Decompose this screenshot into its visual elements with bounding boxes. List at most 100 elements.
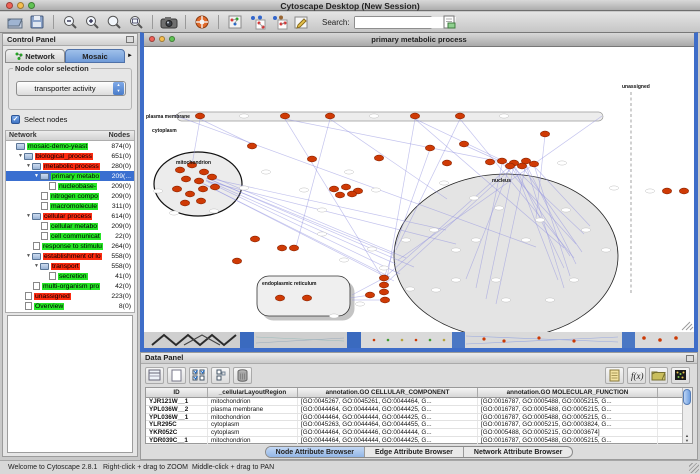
birds-eye-view-panel[interactable] xyxy=(7,315,133,453)
attribute-browser-tab[interactable]: Node Attribute Browser xyxy=(266,447,365,457)
network-node[interactable] xyxy=(250,236,259,242)
network-node[interactable] xyxy=(185,191,194,197)
import-attributes-icon[interactable] xyxy=(649,367,668,384)
network-node[interactable] xyxy=(347,191,356,197)
network-node[interactable] xyxy=(380,297,389,303)
tree-row[interactable]: cell communicat22(0) xyxy=(6,231,134,241)
network-node[interactable] xyxy=(180,200,189,206)
help-icon[interactable] xyxy=(191,13,213,31)
network-node[interactable] xyxy=(199,169,208,175)
network-edge[interactable] xyxy=(212,180,414,267)
search-input[interactable] xyxy=(355,17,450,28)
attribute-browser-tab[interactable]: Edge Attribute Browser xyxy=(365,447,464,457)
table-row[interactable]: YDR039C__1mitochondrion[GO:0044464, GO:0… xyxy=(146,437,692,445)
tree-row[interactable]: ▼establishment of lo558(0) xyxy=(6,251,134,261)
table-cell[interactable]: [GO:0045263, GO:0044464, GO:0044455, G..… xyxy=(298,421,478,428)
tree-row[interactable]: nitrogen compo209(0) xyxy=(6,191,134,201)
network-canvas[interactable]: plasma membranecytoplasmmitochondrionnuc… xyxy=(144,48,694,332)
network-node[interactable] xyxy=(497,158,506,164)
tree-row[interactable]: unassigned223(0) xyxy=(6,291,134,301)
network-edge[interactable] xyxy=(296,119,330,247)
table-cell[interactable]: cytoplasm xyxy=(208,429,298,436)
network-node[interactable] xyxy=(379,282,388,288)
attribute-batch-editor-icon[interactable] xyxy=(605,367,624,384)
tree-row[interactable]: mosaic-demo-yeast874(0) xyxy=(6,141,134,151)
table-column-header[interactable]: _cellularLayoutRegion xyxy=(208,388,298,397)
table-row[interactable]: YJR121W__1mitochondrion[GO:0045267, GO:0… xyxy=(146,398,692,406)
network-tree[interactable]: mosaic-demo-yeast874(0)▼biological_proce… xyxy=(5,141,135,313)
network-node[interactable] xyxy=(679,188,688,194)
table-cell[interactable]: YLR295C xyxy=(146,421,208,428)
network-node[interactable] xyxy=(247,143,256,149)
tree-expand-icon[interactable]: ▼ xyxy=(25,253,32,259)
tree-row[interactable]: secretion41(0) xyxy=(6,271,134,281)
tree-expand-icon[interactable]: ▼ xyxy=(25,213,32,219)
zoom-in-icon[interactable] xyxy=(81,13,103,31)
matrix-view-icon[interactable] xyxy=(671,367,690,384)
table-cell[interactable]: YPL036W__2 xyxy=(146,406,208,413)
network-node[interactable] xyxy=(335,192,344,198)
network-node[interactable] xyxy=(505,163,514,169)
table-cell[interactable]: YKR052C xyxy=(146,429,208,436)
network-node[interactable] xyxy=(410,113,419,119)
table-row[interactable]: YPL036W__2plasma membrane[GO:0044464, GO… xyxy=(146,406,692,414)
table-row[interactable]: YPL036W__1mitochondrion[GO:0044464, GO:0… xyxy=(146,414,692,422)
table-row[interactable]: YKR052Ccytoplasm[GO:0044464, GO:0044446,… xyxy=(146,429,692,437)
network-node[interactable] xyxy=(232,258,241,264)
table-cell[interactable]: plasma membrane xyxy=(208,406,298,413)
table-cell[interactable]: [GO:0016787, GO:0005488, GO:0005215, G..… xyxy=(478,406,658,413)
table-cell[interactable]: [GO:0016787, GO:0005488, GO:0005215, G..… xyxy=(478,414,658,421)
network-node[interactable] xyxy=(379,275,388,281)
float-data-panel-icon[interactable] xyxy=(686,355,694,362)
network-node[interactable] xyxy=(365,292,374,298)
network-node[interactable] xyxy=(517,163,526,169)
tree-row[interactable]: Overview8(0) xyxy=(6,301,134,311)
network-node[interactable] xyxy=(307,156,316,162)
network-node[interactable] xyxy=(210,184,219,190)
table-cell[interactable]: [GO:0016787, GO:0005488, GO:0005215, G..… xyxy=(478,437,658,444)
tab-overflow-arrow-icon[interactable]: ► xyxy=(125,49,135,63)
tree-row[interactable]: ▼metabolic process280(0) xyxy=(6,161,134,171)
layout-copycat-icon[interactable] xyxy=(246,13,268,31)
network-node[interactable] xyxy=(379,289,388,295)
float-panel-icon[interactable] xyxy=(126,36,134,43)
network-node[interactable] xyxy=(207,174,216,180)
window-resize-grip[interactable] xyxy=(689,463,699,473)
network-node[interactable] xyxy=(459,141,468,147)
tree-expand-icon[interactable]: ▼ xyxy=(33,263,40,269)
network-node[interactable] xyxy=(280,113,289,119)
network-node[interactable] xyxy=(442,160,451,166)
tree-row[interactable]: ▼primary metabo209(... xyxy=(6,171,134,181)
search-combobox[interactable]: ▼ xyxy=(354,16,432,29)
attribute-table[interactable]: ID_cellularLayoutRegionannotation.GO CEL… xyxy=(145,387,693,444)
node-color-dropdown[interactable]: transporter activity ▲▼ xyxy=(16,81,126,96)
tree-row[interactable]: macromolecule311(0) xyxy=(6,201,134,211)
delete-attribute-icon[interactable] xyxy=(233,367,252,384)
zoom-out-icon[interactable] xyxy=(59,13,81,31)
network-node[interactable] xyxy=(198,186,207,192)
canvas-resize-grip[interactable] xyxy=(682,322,693,330)
network-node[interactable] xyxy=(196,198,205,204)
export-image-icon[interactable] xyxy=(158,13,180,31)
tree-expand-icon[interactable]: ▼ xyxy=(33,173,40,179)
zoom-fit-content-icon[interactable] xyxy=(125,13,147,31)
tree-row[interactable]: ▼transport558(0) xyxy=(6,261,134,271)
network-node[interactable] xyxy=(325,113,334,119)
select-nodes-checkbox[interactable]: ✓ xyxy=(11,115,20,124)
table-cell[interactable]: mitochondrion xyxy=(208,414,298,421)
network-node[interactable] xyxy=(455,113,464,119)
table-cell[interactable]: [GO:0016787, GO:0005488, GO:0005215, G..… xyxy=(478,398,658,405)
tree-expand-icon[interactable]: ▼ xyxy=(17,153,24,159)
table-column-header[interactable]: ID xyxy=(146,388,208,397)
manual-layout-icon[interactable] xyxy=(290,13,312,31)
tree-row[interactable]: ▼cellular process614(0) xyxy=(6,211,134,221)
network-node[interactable] xyxy=(540,131,549,137)
network-node[interactable] xyxy=(302,295,311,301)
scrollbar-thumb[interactable] xyxy=(683,389,691,405)
network-node[interactable] xyxy=(275,295,284,301)
network-node[interactable] xyxy=(529,161,538,167)
network-node[interactable] xyxy=(172,186,181,192)
network-node[interactable] xyxy=(175,167,184,173)
network-overlay-icon[interactable] xyxy=(224,13,246,31)
network-node[interactable] xyxy=(195,113,204,119)
